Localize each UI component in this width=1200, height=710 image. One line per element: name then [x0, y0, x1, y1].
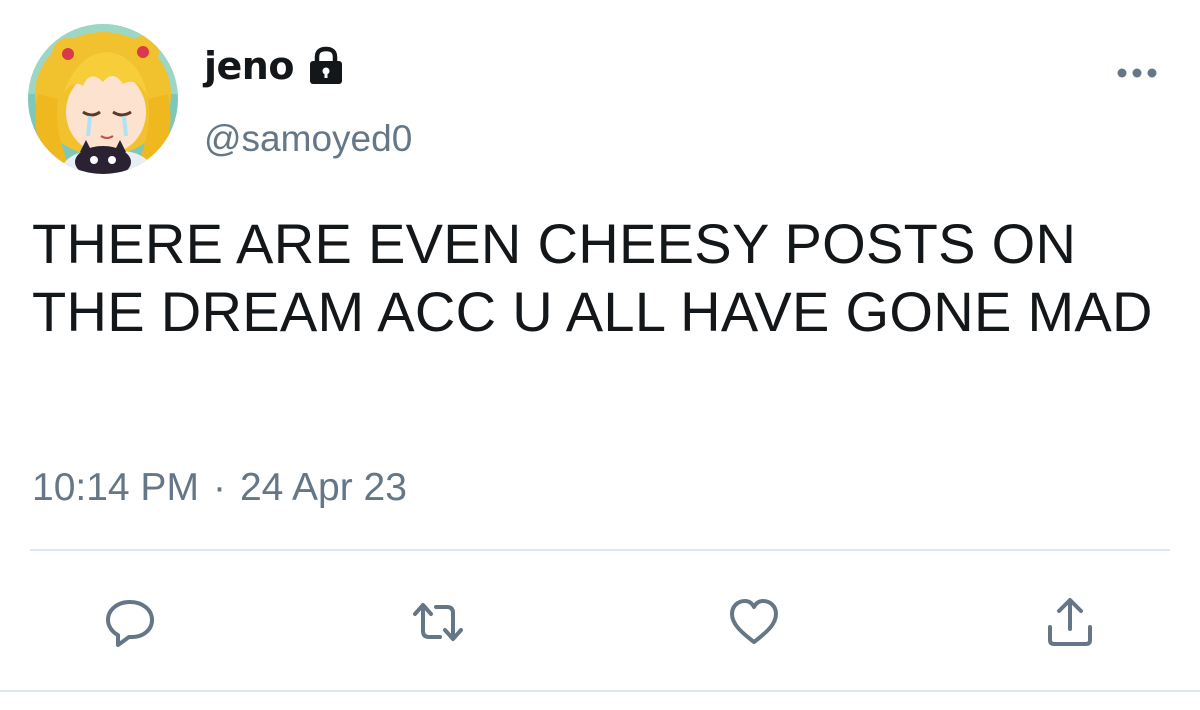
- action-bar: [0, 592, 1200, 652]
- tweet-date: 24 Apr 23: [239, 466, 407, 509]
- meta-separator: ·: [212, 466, 226, 509]
- more-options-icon[interactable]: [1112, 58, 1162, 88]
- display-name-row: jeno: [204, 38, 346, 94]
- avatar[interactable]: [28, 24, 178, 174]
- speech-bubble-icon: [106, 600, 154, 647]
- tweet-card: jeno @samoyed0 THERE ARE EVEN CHEESY POS…: [0, 0, 1200, 710]
- retweet-icon: [413, 603, 463, 641]
- heart-icon: [730, 599, 778, 644]
- divider: [30, 549, 1170, 551]
- tweet-timestamp[interactable]: 10:14 PM · 24 Apr 23: [32, 466, 407, 510]
- reply-button[interactable]: [100, 592, 160, 652]
- divider-bottom: [0, 690, 1200, 692]
- tweet-time: 10:14 PM: [32, 466, 199, 509]
- share-button[interactable]: [1040, 592, 1100, 652]
- tweet-text: THERE ARE EVEN CHEESY POSTS ON THE DREAM…: [32, 212, 1153, 343]
- user-handle[interactable]: @samoyed0: [204, 118, 412, 160]
- display-name[interactable]: jeno: [204, 44, 294, 88]
- share-icon: [1048, 598, 1092, 646]
- lock-icon: [306, 46, 346, 86]
- like-button[interactable]: [724, 592, 784, 652]
- retweet-button[interactable]: [408, 592, 468, 652]
- avatar-image: [28, 24, 178, 174]
